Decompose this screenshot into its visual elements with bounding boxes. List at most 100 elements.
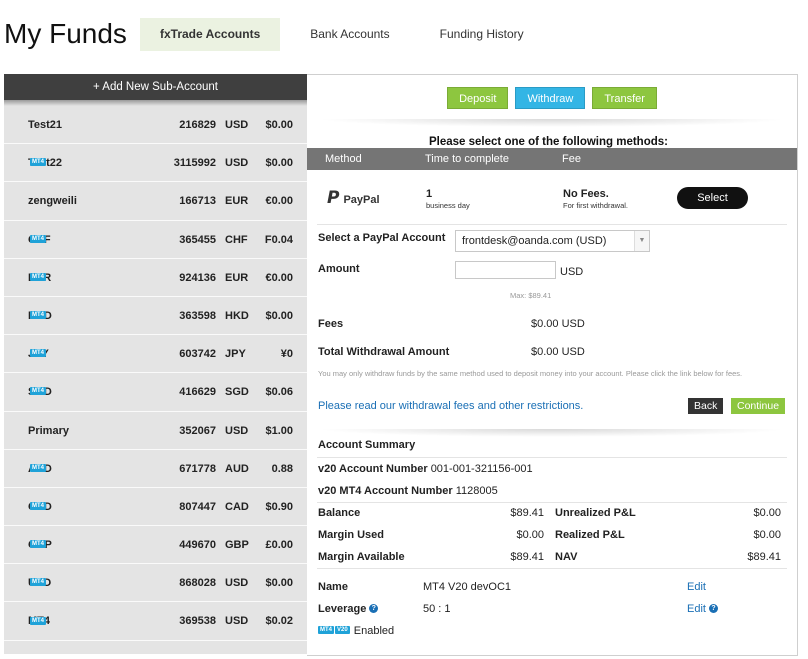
account-row[interactable]: zengweili 166713 EUR €0.00 (4, 182, 307, 221)
account-number: 365455 (179, 233, 216, 246)
mt4-badge: MT4 (30, 578, 46, 587)
account-balance: $0.00 (265, 119, 293, 131)
divider (317, 568, 787, 569)
account-summary-title: Account Summary (318, 439, 416, 451)
account-name: CADMT4 (28, 488, 52, 526)
account-row[interactable]: AUDMT4 671778 AUD 0.88 (4, 450, 307, 488)
enabled-label: Enabled (353, 625, 395, 637)
fees-value: $0.00 USD (531, 318, 585, 330)
edit-leverage-link[interactable]: Edit? (687, 603, 718, 615)
page-title: My Funds (4, 18, 127, 49)
account-row[interactable]: USDMT4 868028 USD $0.00 (4, 564, 307, 603)
account-row[interactable]: CADMT4 807447 CAD $0.90 (4, 488, 307, 527)
add-sub-account-button[interactable]: + Add New Sub-Account (4, 74, 307, 106)
continue-button[interactable]: Continue (731, 398, 786, 414)
account-currency: SGD (225, 386, 249, 399)
account-currency: USD (225, 157, 249, 170)
account-row[interactable]: Primary 352067 USD $1.00 (4, 412, 307, 450)
margin-available-value: $89.41 (510, 551, 544, 563)
info-icon[interactable]: ? (369, 603, 379, 613)
tab-fxtrade-accounts[interactable]: fxTrade Accounts (140, 18, 281, 51)
account-number: 671778 (179, 462, 216, 475)
account-row[interactable]: CHFMT4 365455 CHF F0.04 (4, 221, 307, 259)
account-currency: USD (225, 119, 249, 131)
platform-enabled: MT4 V20 Enabled (318, 625, 394, 637)
restrictions-link[interactable]: Please read our withdrawal fees and othe… (318, 400, 583, 412)
select-method-button[interactable]: Select (677, 187, 748, 209)
account-row[interactable]: EURMT4 924136 EUR €0.00 (4, 259, 307, 297)
paypal-label: PayPal (343, 194, 380, 206)
account-row[interactable]: SGDMT4 416629 SGD $0.06 (4, 373, 307, 412)
account-name: CHFMT4 (28, 221, 51, 259)
account-number: 868028 (179, 577, 216, 590)
mt4-badge: MT4 (30, 158, 46, 167)
account-row[interactable]: Test21 216829 USD $0.00 (4, 106, 307, 145)
v20-account-number: v20 Account Number 001-001-321156-001 (318, 463, 533, 475)
account-row[interactable]: MT4MT4 369538 USD $0.02 (4, 602, 307, 641)
divider (317, 457, 787, 458)
account-balance: 0.88 (271, 462, 293, 475)
amount-currency: USD (560, 266, 584, 278)
max-amount-note: Max: $89.41 (510, 291, 552, 300)
account-number: 363598 (179, 309, 216, 322)
account-number: 216829 (179, 119, 216, 131)
account-balance: ¥0 (280, 348, 293, 361)
paypal-account-select[interactable]: frontdesk@oanda.com (USD) ▼ (455, 230, 650, 252)
tab-funding-history[interactable]: Funding History (420, 18, 544, 51)
time-unit: business day (426, 201, 470, 210)
account-row[interactable]: JPYMT4 603742 JPY ¥0 (4, 335, 307, 374)
mt4-badge: MT4 (30, 616, 46, 625)
v20-account-value: 001-001-321156-001 (430, 463, 533, 475)
account-row[interactable]: GBPMT4 449670 GBP £0.00 (4, 526, 307, 565)
account-number: 3115992 (173, 157, 216, 170)
total-value: $0.00 USD (531, 346, 585, 358)
methods-heading: Please select one of the following metho… (429, 136, 668, 148)
account-name: USDMT4 (28, 564, 51, 602)
leverage-value: 50 : 1 (423, 603, 451, 615)
nav-value: $89.41 (747, 551, 781, 563)
balance-label: Balance (318, 507, 361, 519)
transfer-button[interactable]: Transfer (592, 87, 657, 109)
fees-label: Fees (318, 318, 344, 330)
account-currency: EUR (225, 195, 249, 208)
account-number: 807447 (179, 500, 216, 513)
account-balance: $0.90 (265, 500, 293, 513)
mt4-badge: MT4 (30, 272, 46, 281)
back-button[interactable]: Back (688, 398, 724, 414)
withdraw-button[interactable]: Withdraw (515, 87, 586, 109)
tab-bank-accounts[interactable]: Bank Accounts (290, 18, 409, 51)
deposit-button[interactable]: Deposit (447, 87, 509, 109)
account-balance: $0.00 (265, 157, 293, 170)
amount-label: Amount (318, 263, 360, 275)
info-icon[interactable]: ? (708, 603, 718, 613)
balance-value: $89.41 (510, 507, 544, 519)
mt4-badge: MT4 (318, 626, 334, 635)
account-name: Test22MT4 (28, 144, 62, 182)
edit-name-link[interactable]: Edit (687, 581, 706, 593)
account-row[interactable]: HKDMT4 363598 HKD $0.00 (4, 297, 307, 336)
account-balance: $0.02 (265, 615, 293, 628)
account-number: 924136 (179, 271, 216, 284)
nav-label: NAV (555, 551, 578, 563)
divider-shadow (317, 119, 787, 127)
margin-used-label: Margin Used (318, 529, 385, 541)
mt4-badge: MT4 (30, 501, 46, 510)
realized-pl-value: $0.00 (753, 529, 781, 541)
v20-account-label: v20 Account Number (318, 463, 428, 475)
mt4-badge: MT4 (30, 311, 46, 320)
account-currency: AUD (225, 462, 249, 475)
divider (317, 224, 787, 225)
account-row[interactable]: Test22MT4 3115992 USD $0.00 (4, 144, 307, 183)
account-number: 603742 (179, 348, 216, 361)
account-currency: HKD (225, 309, 249, 322)
mt4-account-label: v20 MT4 Account Number (318, 485, 453, 497)
account-currency: EUR (225, 271, 249, 284)
paypal-method: P PayPal (327, 188, 380, 208)
column-fee: Fee (562, 153, 581, 165)
account-balance: $0.00 (265, 309, 293, 322)
account-number: 166713 (179, 195, 216, 208)
amount-input[interactable] (455, 261, 556, 279)
account-name: SGDMT4 (28, 373, 52, 411)
v20-badge: V20 (335, 626, 350, 635)
account-currency: CAD (225, 500, 249, 513)
